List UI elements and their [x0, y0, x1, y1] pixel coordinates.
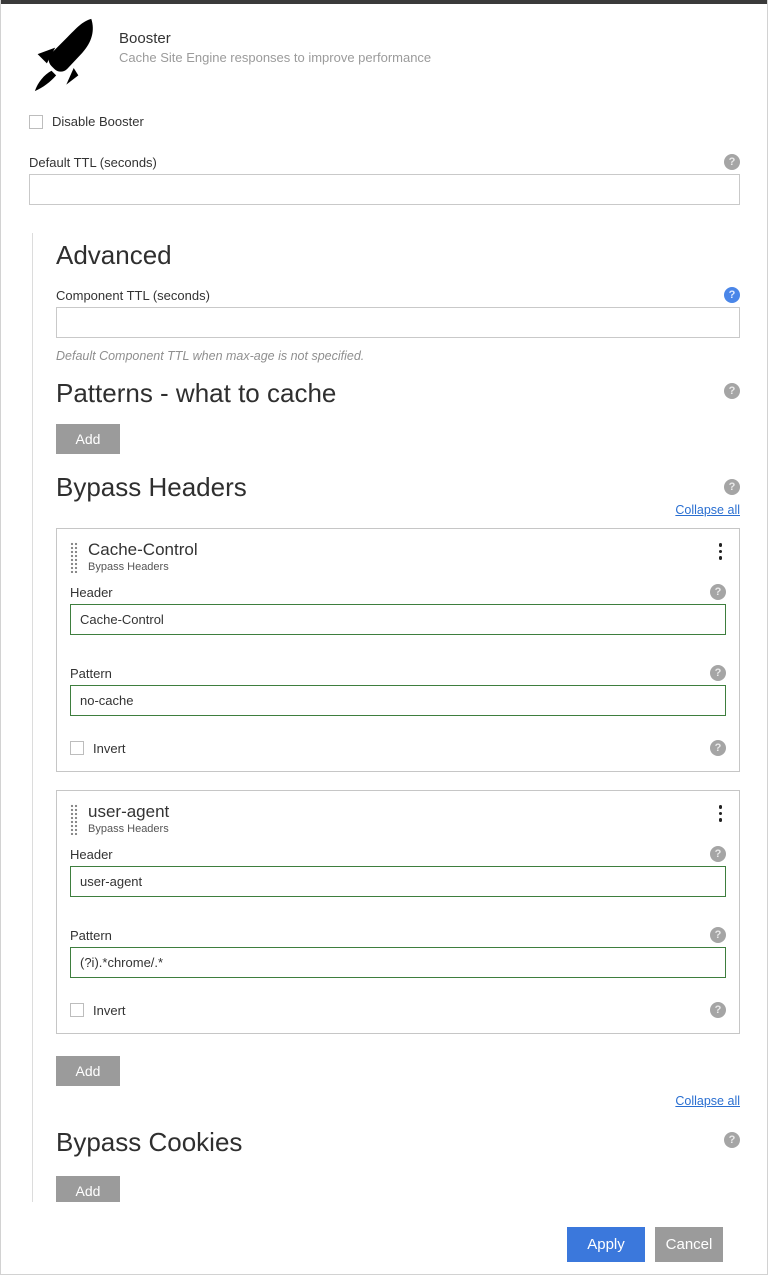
drag-handle-icon[interactable]: [70, 804, 78, 835]
help-icon[interactable]: ?: [724, 479, 740, 495]
card-titles: user-agent Bypass Headers: [88, 802, 715, 835]
pattern-input[interactable]: [70, 947, 726, 978]
help-icon[interactable]: ?: [724, 287, 740, 303]
pattern-label-row: Pattern ?: [70, 664, 726, 682]
header-input[interactable]: [70, 866, 726, 897]
help-icon[interactable]: ?: [710, 846, 726, 862]
component-ttl-label: Component TTL (seconds): [56, 288, 210, 303]
rocket-icon: [29, 18, 111, 92]
card-head: user-agent Bypass Headers: [70, 802, 726, 835]
card-head: Cache-Control Bypass Headers: [70, 540, 726, 573]
drag-handle-icon[interactable]: [70, 542, 78, 573]
bypass-headers-section-head: Bypass Headers ?: [56, 471, 740, 503]
action-footer: Apply Cancel: [1, 1227, 767, 1262]
help-icon[interactable]: ?: [710, 665, 726, 681]
help-icon[interactable]: ?: [724, 154, 740, 170]
page-subtitle: Cache Site Engine responses to improve p…: [119, 50, 431, 65]
card-title: Cache-Control: [88, 540, 715, 559]
invert-row: Invert ?: [70, 1001, 726, 1019]
add-pattern-button[interactable]: Add: [56, 424, 120, 454]
pattern-label: Pattern: [70, 666, 112, 681]
cancel-button[interactable]: Cancel: [655, 1227, 723, 1262]
header-label: Header: [70, 847, 113, 862]
collapse-all-link[interactable]: Collapse all: [675, 1094, 740, 1110]
help-icon[interactable]: ?: [710, 1002, 726, 1018]
default-ttl-input[interactable]: [29, 174, 740, 205]
invert-checkbox-row[interactable]: Invert: [70, 1003, 126, 1018]
disable-booster-row[interactable]: Disable Booster: [29, 114, 740, 129]
apply-button[interactable]: Apply: [567, 1227, 645, 1262]
card-subtitle: Bypass Headers: [88, 823, 715, 835]
help-icon[interactable]: ?: [724, 1132, 740, 1148]
invert-checkbox[interactable]: [70, 741, 84, 755]
advanced-heading: Advanced: [56, 233, 740, 273]
card-titles: Cache-Control Bypass Headers: [88, 540, 715, 573]
help-icon[interactable]: ?: [724, 383, 740, 399]
top-accent-bar: [1, 0, 767, 4]
bypass-cookies-section-head: Bypass Cookies ?: [56, 1124, 740, 1160]
help-icon[interactable]: ?: [710, 927, 726, 943]
collapse-all-row-top: Collapse all: [56, 503, 740, 519]
default-ttl-label-row: Default TTL (seconds) ?: [29, 153, 740, 171]
bypass-cookies-heading: Bypass Cookies: [56, 1124, 242, 1160]
component-ttl-label-row: Component TTL (seconds) ?: [56, 286, 740, 304]
component-ttl-input[interactable]: [56, 307, 740, 338]
advanced-group: Advanced Component TTL (seconds) ? Defau…: [32, 233, 740, 1202]
kebab-menu-icon[interactable]: [715, 802, 727, 825]
bypass-header-card-user-agent: user-agent Bypass Headers Header ? Patte…: [56, 790, 740, 1034]
collapse-all-row-bottom: Collapse all: [56, 1094, 740, 1110]
card-subtitle: Bypass Headers: [88, 561, 715, 573]
kebab-menu-icon[interactable]: [715, 540, 727, 563]
invert-label: Invert: [93, 1003, 126, 1018]
bypass-headers-heading: Bypass Headers: [56, 471, 247, 503]
pattern-input[interactable]: [70, 685, 726, 716]
page-title: Booster: [119, 30, 431, 47]
booster-settings-page: Booster Cache Site Engine responses to i…: [0, 0, 768, 1275]
add-bypass-cookie-button[interactable]: Add: [56, 1176, 120, 1202]
header-titles: Booster Cache Site Engine responses to i…: [119, 30, 431, 65]
invert-checkbox-row[interactable]: Invert: [70, 741, 126, 756]
help-icon[interactable]: ?: [710, 584, 726, 600]
page-header: Booster Cache Site Engine responses to i…: [29, 18, 740, 92]
disable-booster-label: Disable Booster: [52, 114, 144, 129]
patterns-section-head: Patterns - what to cache ?: [56, 375, 740, 411]
invert-row: Invert ?: [70, 739, 726, 757]
header-label-row: Header ?: [70, 583, 726, 601]
component-ttl-note: Default Component TTL when max-age is no…: [56, 349, 740, 363]
collapse-all-link[interactable]: Collapse all: [675, 503, 740, 519]
header-label: Header: [70, 585, 113, 600]
card-title: user-agent: [88, 802, 715, 821]
help-icon[interactable]: ?: [710, 740, 726, 756]
header-label-row: Header ?: [70, 845, 726, 863]
default-ttl-label: Default TTL (seconds): [29, 155, 157, 170]
pattern-label-row: Pattern ?: [70, 926, 726, 944]
patterns-heading: Patterns - what to cache: [56, 375, 336, 411]
invert-label: Invert: [93, 741, 126, 756]
invert-checkbox[interactable]: [70, 1003, 84, 1017]
bypass-header-card-cache-control: Cache-Control Bypass Headers Header ? Pa…: [56, 528, 740, 772]
disable-booster-checkbox[interactable]: [29, 115, 43, 129]
add-bypass-header-button[interactable]: Add: [56, 1056, 120, 1086]
settings-content: Booster Cache Site Engine responses to i…: [1, 18, 767, 1202]
pattern-label: Pattern: [70, 928, 112, 943]
header-input[interactable]: [70, 604, 726, 635]
